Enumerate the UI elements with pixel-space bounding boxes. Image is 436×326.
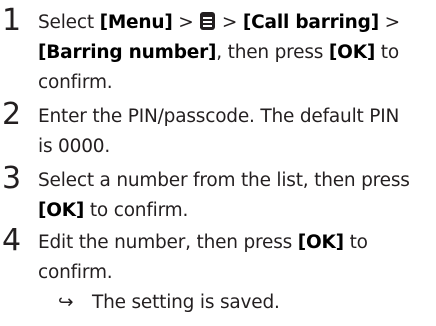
step-line: [OK] to confirm.	[38, 200, 189, 221]
result-arrow-icon: ↪	[58, 292, 74, 313]
step-line: confirm.	[38, 72, 113, 93]
step-line: [Barring number], then press [OK] to	[38, 42, 399, 63]
phonebook-icon	[199, 11, 216, 31]
barring-number-label: [Barring number]	[38, 42, 217, 63]
step-result: ↪ The setting is saved.	[38, 288, 430, 318]
step-line: is 0000.	[38, 136, 111, 157]
step-number: 4	[2, 223, 22, 258]
step-number: 2	[2, 97, 22, 132]
step-text: Edit the number, then press [OK] to conf…	[38, 228, 430, 318]
ok-key-label: [OK]	[38, 200, 85, 221]
step-number: 1	[2, 3, 22, 38]
step-text: Select [Menu] > > [Call barring] > [Barr…	[38, 8, 430, 98]
step-text: Enter the PIN/passcode. The default PIN …	[38, 102, 430, 162]
menu-key-label: [Menu]	[99, 12, 173, 33]
result-text: The setting is saved.	[92, 292, 280, 313]
step-line: confirm.	[38, 262, 113, 283]
step-line: Enter the PIN/passcode. The default PIN	[38, 106, 400, 127]
step-line: Select a number from the list, then pres…	[38, 170, 410, 191]
step-number: 3	[2, 161, 22, 196]
ok-key-label: [OK]	[297, 232, 344, 253]
step-text: Select a number from the list, then pres…	[38, 166, 430, 226]
step-line: Edit the number, then press [OK] to	[38, 232, 368, 253]
ok-key-label: [OK]	[328, 42, 376, 63]
step-line: Select [Menu] > > [Call barring] >	[38, 11, 400, 33]
call-barring-label: [Call barring]	[242, 12, 379, 33]
